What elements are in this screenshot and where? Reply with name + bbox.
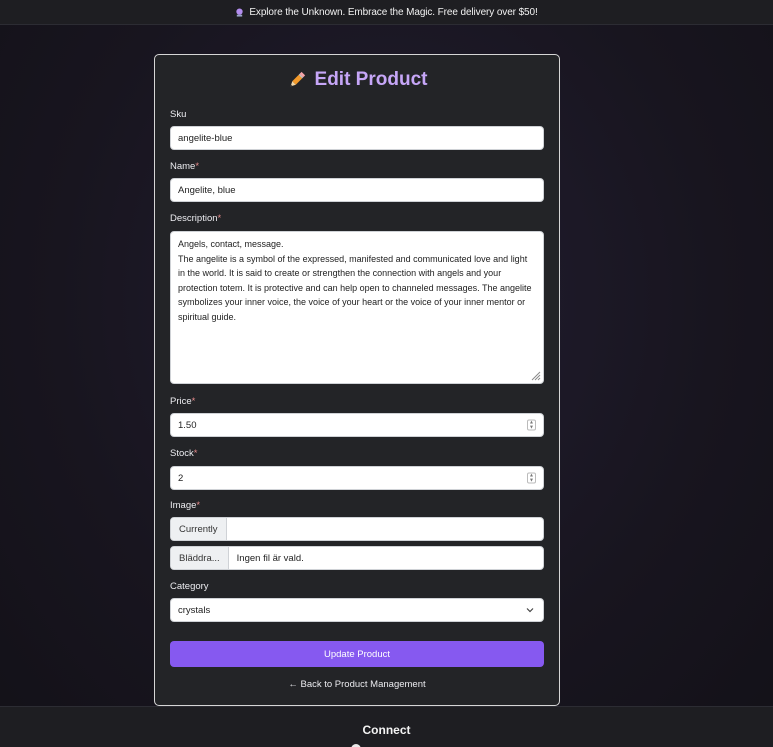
name-label: Name* [170, 161, 200, 172]
crystal-ball-icon [236, 7, 243, 17]
currently-addon: Currently [171, 518, 227, 540]
description-value: Angels, contact, message. The angelite i… [178, 239, 532, 322]
pencil-icon [290, 71, 305, 87]
banner-text: Explore the Unknown. Embrace the Magic. … [249, 6, 538, 18]
price-label: Price* [170, 396, 196, 407]
description-textarea[interactable]: Angels, contact, message. The angelite i… [170, 231, 544, 384]
stock-input[interactable]: 2 ▲ ▼ [170, 466, 544, 490]
image-label: Image* [170, 500, 201, 511]
sku-label: Sku [170, 109, 187, 120]
sku-value: angelite-blue [178, 132, 233, 144]
file-status: Ingen fil är vald. [236, 552, 304, 564]
category-value: crystals [178, 604, 211, 616]
title-text: Edit Product [314, 69, 428, 90]
resize-handle-icon[interactable] [530, 370, 541, 381]
stock-label: Stock* [170, 448, 198, 459]
page-title: Edit Product [155, 69, 559, 91]
price-value: 1.50 [178, 419, 197, 431]
promo-banner: Explore the Unknown. Embrace the Magic. … [0, 0, 773, 25]
chevron-down-icon [526, 608, 534, 613]
category-label: Category [170, 581, 209, 592]
category-select[interactable]: crystals [170, 598, 544, 622]
description-label: Description* [170, 213, 222, 224]
image-currently-group: Currently [170, 517, 544, 541]
footer: Connect [0, 706, 773, 747]
name-value: Angelite, blue [178, 184, 236, 196]
browse-button[interactable]: Bläddra... [171, 547, 229, 569]
name-input[interactable]: Angelite, blue [170, 178, 544, 202]
edit-product-card: Edit Product Sku angelite-blue Name* Ang… [154, 54, 560, 706]
stock-value: 2 [178, 472, 184, 484]
footer-connect-heading: Connect [362, 723, 411, 737]
update-product-button[interactable]: Update Product [170, 641, 544, 667]
stock-spinner-icon[interactable]: ▲ ▼ [527, 472, 536, 484]
sku-input[interactable]: angelite-blue [170, 126, 544, 150]
image-file-input[interactable]: Bläddra... Ingen fil är vald. [170, 546, 544, 570]
price-input[interactable]: 1.50 ▲ ▼ [170, 413, 544, 437]
back-to-management-link[interactable]: ← Back to Product Management [155, 679, 559, 690]
price-spinner-icon[interactable]: ▲ ▼ [527, 419, 536, 431]
